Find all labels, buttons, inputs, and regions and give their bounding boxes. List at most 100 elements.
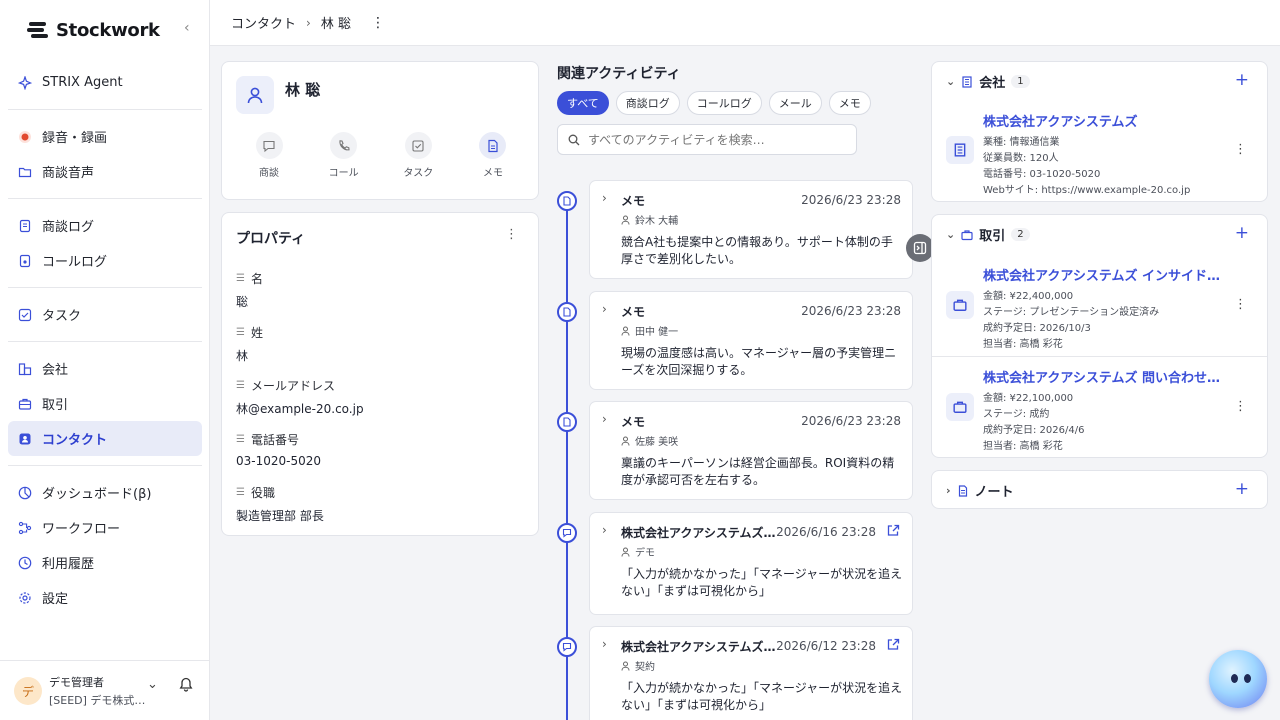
- property-field[interactable]: ☰ 姓林: [236, 324, 263, 364]
- quick-action-button[interactable]: コール: [309, 132, 379, 179]
- sidebar-item[interactable]: タスク: [8, 297, 202, 332]
- logo[interactable]: Stockwork: [26, 18, 160, 42]
- property-field[interactable]: ☰ メールアドレス 林@example-20.co.jp: [236, 377, 364, 417]
- activity-user: デモ: [621, 544, 655, 559]
- contact-name: 林 聡: [285, 81, 321, 99]
- notes-card: › ノート +: [931, 470, 1268, 509]
- more-options-icon[interactable]: ⋮: [505, 227, 518, 242]
- quick-action-button[interactable]: メモ: [458, 132, 528, 179]
- chevron-right-icon[interactable]: ›: [602, 302, 607, 316]
- activity-card[interactable]: › 株式会社アクアシステムズ… 2026/6/16 23:28 デモ 「入力が続かなかっ…: [589, 512, 913, 615]
- sidebar-item-label: 会社: [42, 363, 69, 378]
- text-field-icon: ☰: [236, 380, 245, 391]
- sidebar-item-label: ワークフロー: [42, 522, 121, 537]
- sidebar-item[interactable]: 取引: [8, 386, 202, 421]
- more-options-icon[interactable]: ⋮: [1234, 399, 1247, 414]
- add-note-button[interactable]: +: [1235, 479, 1249, 499]
- quick-action-button[interactable]: タスク: [383, 132, 453, 179]
- activity-card[interactable]: › 株式会社アクアシステムズ… 2026/6/12 23:28 契約 「入力が続かなかっ…: [589, 626, 913, 720]
- property-field[interactable]: ☰ 役職 製造管理部 部長: [236, 484, 324, 524]
- activity-user-name: 鈴木 大輔: [635, 216, 679, 227]
- person-icon: [621, 326, 630, 336]
- property-label: ☰ 名: [236, 270, 263, 287]
- activity-card[interactable]: › メモ 2026/6/23 23:28 佐藤 美咲 稟議のキーパーソンは経営企画部長。…: [589, 401, 913, 500]
- more-options-icon[interactable]: ⋮: [371, 15, 385, 31]
- sidebar-item[interactable]: STRIX Agent: [8, 65, 202, 100]
- company-name-link[interactable]: 株式会社アクアシステムズ: [983, 111, 1228, 130]
- folder-icon: [18, 165, 32, 179]
- chevron-right-icon[interactable]: ›: [602, 412, 607, 426]
- deal-owner: 担当者: 高橋 彩花: [983, 339, 1063, 350]
- activity-card[interactable]: › メモ 2026/6/23 23:28 鈴木 大輔 競合A社も提案中との情報あり。サポ…: [589, 180, 913, 279]
- sidebar-item[interactable]: 利用履歴: [8, 545, 202, 580]
- company-website: Webサイト: https://www.example-20.co.jp: [983, 185, 1191, 196]
- activity-filters: すべて 商談ログ コールログ メール メモ: [557, 91, 871, 115]
- chevron-right-icon[interactable]: ›: [946, 484, 951, 497]
- activity-search-input[interactable]: [588, 132, 848, 147]
- external-link-icon[interactable]: [887, 524, 900, 537]
- sidebar-item[interactable]: 設定: [8, 580, 202, 615]
- sidebar-item-label: 商談ログ: [42, 220, 95, 235]
- deals-header[interactable]: ⌄ 取引 2: [946, 225, 1030, 244]
- deal-item-icon: [946, 393, 974, 421]
- property-label: ☰ 電話番号: [236, 431, 321, 448]
- more-options-icon[interactable]: ⋮: [1234, 142, 1247, 157]
- bell-icon[interactable]: [179, 677, 193, 692]
- building-icon: [954, 143, 966, 157]
- filter-chip[interactable]: メール: [768, 91, 822, 115]
- activity-body: 稟議のキーパーソンは経営企画部長。ROI資料の精度が承認可否を左右する。: [621, 456, 895, 487]
- sidebar-item[interactable]: 会社: [8, 351, 202, 386]
- briefcase-icon: [953, 299, 967, 311]
- property-field[interactable]: ☰ 名聡: [236, 270, 263, 310]
- chevron-down-icon[interactable]: ⌄: [946, 75, 955, 88]
- expand-panel-button[interactable]: [906, 234, 934, 262]
- quick-action-button[interactable]: 商談: [234, 132, 304, 179]
- company-section-title: 会社: [979, 76, 1006, 91]
- sidebar-item[interactable]: 商談音声: [8, 154, 202, 189]
- quick-action-label: コール: [328, 168, 359, 179]
- company-card: ⌄ 会社 1 + 株式会社アクアシステムズ 業種: 情報通信業 従業員数: 12…: [931, 61, 1268, 202]
- chevron-down-icon[interactable]: ⌄: [946, 228, 955, 241]
- chevron-right-icon[interactable]: ›: [602, 523, 607, 537]
- collapse-sidebar-button[interactable]: ‹: [184, 20, 190, 36]
- text-field-icon: ☰: [236, 273, 245, 284]
- filter-chip[interactable]: メモ: [828, 91, 871, 115]
- sparkle-icon: [18, 75, 32, 90]
- user-menu[interactable]: デ デモ管理者 [SEED] デモ株式… ⌄: [0, 660, 209, 720]
- deal-name-link[interactable]: 株式会社アクアシステムズ インサイドセ…: [983, 265, 1228, 284]
- expand-panel-icon: [913, 241, 927, 255]
- deal-close-date: 成約予定日: 2026/4/6: [983, 425, 1085, 436]
- external-link-icon[interactable]: [887, 638, 900, 651]
- sidebar-item[interactable]: 商談ログ: [8, 208, 202, 243]
- dashboard-icon: [18, 486, 32, 500]
- filter-chip[interactable]: コールログ: [686, 91, 762, 115]
- person-icon: [621, 215, 630, 225]
- sidebar-item-label: 商談音声: [42, 166, 95, 181]
- company-header[interactable]: ⌄ 会社 1: [946, 72, 1030, 91]
- chevron-right-icon[interactable]: ›: [602, 191, 607, 205]
- notes-header[interactable]: › ノート: [946, 481, 1014, 500]
- sidebar-item[interactable]: 録音・録画: [8, 119, 202, 154]
- chevron-down-icon[interactable]: ⌄: [147, 677, 158, 692]
- sidebar-item[interactable]: コールログ: [8, 243, 202, 278]
- chevron-right-icon[interactable]: ›: [602, 637, 607, 651]
- filter-chip[interactable]: 商談ログ: [615, 91, 680, 115]
- deal-name-link[interactable]: 株式会社アクアシステムズ 問い合わせ管…: [983, 367, 1228, 386]
- activity-search[interactable]: [557, 124, 857, 155]
- add-deal-button[interactable]: +: [1235, 223, 1249, 243]
- breadcrumb-root[interactable]: コンタクト: [231, 13, 296, 32]
- sidebar-item[interactable]: ワークフロー: [8, 510, 202, 545]
- property-value: 林: [236, 348, 249, 363]
- activity-body: 現場の温度感は高い。マネージャー層の予実管理ニーズを次回深掘りする。: [621, 346, 897, 377]
- sidebar-item[interactable]: コンタクト: [8, 421, 202, 456]
- filter-chip[interactable]: すべて: [557, 91, 609, 115]
- add-company-button[interactable]: +: [1235, 70, 1249, 90]
- quick-action-label: 商談: [259, 168, 279, 179]
- assistant-mascot-button[interactable]: [1209, 650, 1267, 708]
- property-field[interactable]: ☰ 電話番号 03-1020-5020: [236, 431, 321, 468]
- activity-card[interactable]: › メモ 2026/6/23 23:28 田中 健一 現場の温度感は高い。マネージャー層…: [589, 291, 913, 390]
- activity-body: 競合A社も提案中との情報あり。サポート体制の手厚さで差別化したい。: [621, 235, 893, 266]
- more-options-icon[interactable]: ⋮: [1234, 297, 1247, 312]
- building-icon: [18, 362, 32, 376]
- sidebar-item[interactable]: ダッシュボード(β): [8, 475, 202, 510]
